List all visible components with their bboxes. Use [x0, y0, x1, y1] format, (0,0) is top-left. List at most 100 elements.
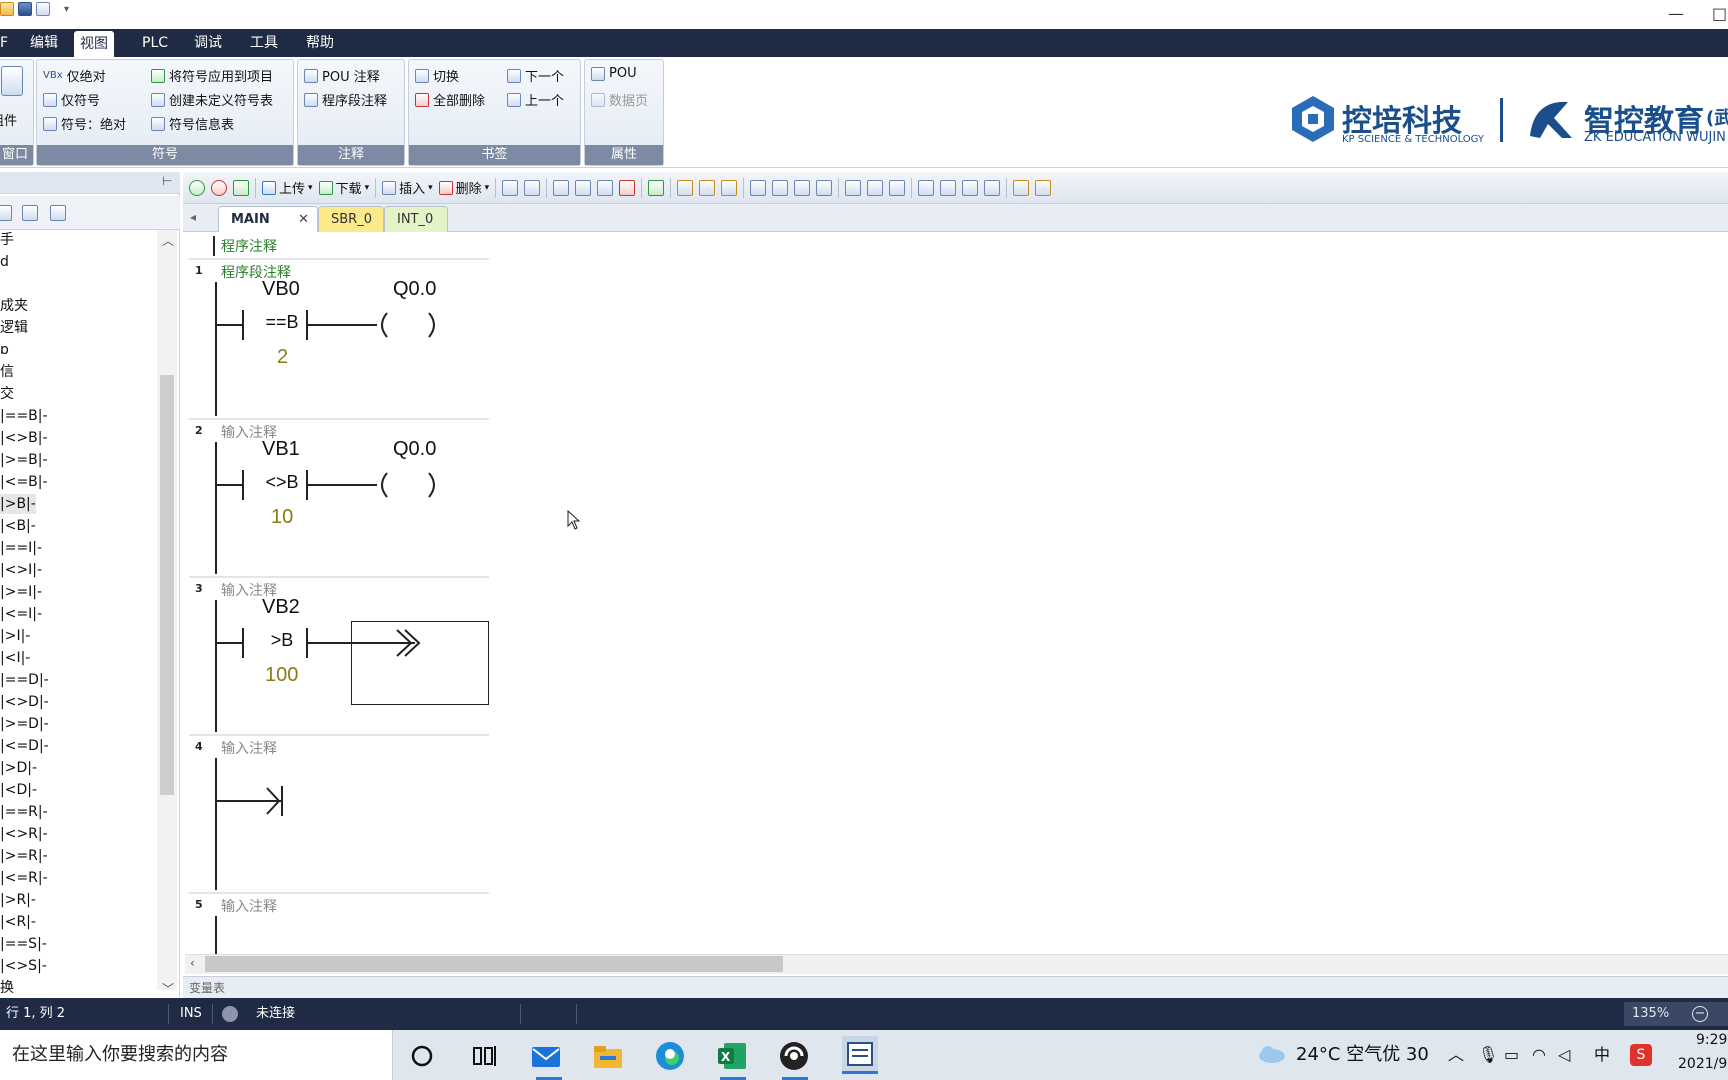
contact-operand[interactable]: VB2	[262, 596, 300, 619]
component-icon[interactable]	[1, 66, 23, 96]
network-insert-icon[interactable]	[502, 179, 519, 196]
tree-item[interactable]: |<>R|-	[0, 824, 48, 844]
upload-dropdown-icon[interactable]: ▾	[308, 183, 313, 193]
cortana-icon[interactable]	[406, 1040, 438, 1072]
volume-icon[interactable]: ◁	[1558, 1030, 1570, 1080]
next-bookmark-button[interactable]: 下一个	[507, 66, 564, 85]
symbol-abs-button[interactable]: 符号：绝对	[43, 114, 126, 133]
mail-icon[interactable]	[530, 1040, 562, 1072]
clock-time[interactable]: 9:29	[1696, 1032, 1727, 1048]
hscroll-left-icon[interactable]: ‹	[190, 956, 195, 970]
bookmark-clear-icon[interactable]	[619, 179, 636, 196]
qat-dropdown-icon[interactable]: ▾	[64, 4, 69, 15]
menu-help[interactable]: 帮助	[300, 29, 340, 57]
tree-item[interactable]: |<=B|-	[0, 472, 48, 492]
pou-properties-icon[interactable]	[1035, 179, 1052, 196]
excel-icon[interactable]: X	[716, 1040, 748, 1072]
sogou-input-icon[interactable]: S	[1630, 1044, 1652, 1066]
tree-item[interactable]: |==B|-	[0, 406, 48, 426]
tree-item[interactable]: 逻辑	[0, 318, 28, 338]
tree-item[interactable]: 信	[0, 362, 14, 382]
zoom-control[interactable]: 135% −	[1624, 1002, 1728, 1026]
insert-dropdown-icon[interactable]: ▾	[428, 183, 433, 193]
network-comment-button[interactable]: 程序段注释	[304, 90, 387, 109]
tree-item[interactable]: |>D|-	[0, 758, 37, 778]
network-comment[interactable]: 输入注释	[221, 738, 277, 758]
tree-item[interactable]: |<I|-	[0, 648, 30, 668]
tree-item[interactable]: |<>D|-	[0, 692, 49, 712]
tree-item[interactable]: |==D|-	[0, 670, 49, 690]
line-up-icon[interactable]	[794, 179, 811, 196]
tree-item[interactable]: |>=D|-	[0, 714, 49, 734]
component-button[interactable]: 组件	[0, 110, 17, 129]
data-page-button[interactable]: 数据页	[591, 90, 648, 109]
tree-item[interactable]: |>=R|-	[0, 846, 48, 866]
menu-file[interactable]: F	[0, 29, 14, 57]
tree-item[interactable]: 成夹	[0, 296, 28, 316]
pou-comment-button[interactable]: POU 注释	[304, 66, 380, 85]
tree-item[interactable]: 换	[0, 978, 14, 995]
list-view-icon[interactable]	[22, 205, 38, 221]
edge-browser-icon[interactable]	[654, 1040, 686, 1072]
tree-scroll-thumb[interactable]	[160, 375, 174, 795]
microphone-icon[interactable]: 🎙	[1478, 1030, 1498, 1080]
tree-item[interactable]: |<=R|-	[0, 868, 48, 888]
tree-item[interactable]: |<>B|-	[0, 428, 48, 448]
delete-button[interactable]: 删除 ▾	[438, 178, 489, 197]
download-button[interactable]: 下载 ▾	[318, 178, 370, 197]
compile-icon[interactable]	[233, 179, 249, 196]
tree-item[interactable]: |<=I|-	[0, 604, 42, 624]
tree-item[interactable]: |<D|-	[0, 780, 37, 800]
delete-all-bookmarks-button[interactable]: 全部删除	[415, 90, 485, 109]
symbol-only-button[interactable]: 仅符号	[43, 90, 100, 109]
menu-view[interactable]: 视图	[74, 31, 114, 57]
branch-icon[interactable]	[750, 179, 767, 196]
contact-icon[interactable]	[845, 179, 862, 196]
scroll-up-icon[interactable]: ︿	[162, 232, 174, 249]
tree-item[interactable]: |>I|-	[0, 626, 30, 646]
pou-comment-icon[interactable]	[962, 179, 979, 196]
bookmark-toggle-icon[interactable]	[575, 179, 592, 196]
weather-cloud-icon[interactable]	[1256, 1044, 1286, 1064]
menu-edit[interactable]: 编辑	[24, 29, 64, 57]
editor-hscroll-thumb[interactable]	[205, 956, 783, 972]
tree-item[interactable]: |<R|-	[0, 912, 36, 932]
tree-item[interactable]: 手	[0, 230, 14, 250]
tree-view-icon[interactable]	[0, 205, 12, 221]
run-icon[interactable]	[189, 179, 205, 196]
compare-contact[interactable]	[215, 464, 455, 506]
ime-indicator[interactable]: 中	[1594, 1030, 1610, 1080]
network-delete-icon[interactable]	[524, 179, 541, 196]
menu-plc[interactable]: PLC	[136, 29, 174, 57]
variable-table-bar[interactable]: 变量表	[183, 976, 1728, 998]
app-icon[interactable]	[778, 1040, 810, 1072]
compare-value[interactable]: 10	[271, 506, 293, 529]
file-explorer-icon[interactable]	[592, 1040, 624, 1072]
tree-item[interactable]: |<=D|-	[0, 736, 49, 756]
tab-int0[interactable]: INT_0	[384, 206, 448, 232]
download-dropdown-icon[interactable]: ▾	[365, 183, 370, 193]
network-5[interactable]: 5 输入注释	[185, 894, 1728, 954]
menu-debug[interactable]: 调试	[188, 29, 228, 57]
stop-icon[interactable]	[211, 179, 227, 196]
minimize-button[interactable]: —	[1668, 4, 1684, 23]
symbol-info-button[interactable]: 符号信息表	[151, 114, 234, 133]
upload-button[interactable]: 上传 ▾	[262, 178, 313, 197]
step7-microwin-taskbar-icon[interactable]	[842, 1036, 878, 1074]
ladder-editor[interactable]: 程序注释 1 程序段注释 VB0 Q0.0 ==B 2 2 输入注释 VB1 Q…	[185, 232, 1728, 954]
properties-icon[interactable]	[1013, 179, 1030, 196]
maximize-button[interactable]: □	[1712, 4, 1727, 23]
tab-scroll-left-icon[interactable]: ◂	[190, 210, 196, 224]
tree-item[interactable]: |<>S|-	[0, 956, 47, 976]
tree-item[interactable]: |==S|-	[0, 934, 47, 954]
line-right-icon[interactable]	[816, 179, 833, 196]
coil-operand[interactable]: Q0.0	[393, 278, 436, 301]
network-comment[interactable]: 输入注释	[221, 896, 277, 916]
network-3[interactable]: 3 输入注释 VB2 >B 100	[185, 578, 1728, 734]
tree-item[interactable]: |>=I|-	[0, 582, 42, 602]
open-rung-end[interactable]	[215, 780, 295, 822]
lock-icon[interactable]	[677, 179, 694, 196]
box-icon[interactable]	[889, 179, 906, 196]
tree-item[interactable]: |>R|-	[0, 890, 36, 910]
toggle-bookmark-button[interactable]: 切换	[415, 66, 459, 85]
